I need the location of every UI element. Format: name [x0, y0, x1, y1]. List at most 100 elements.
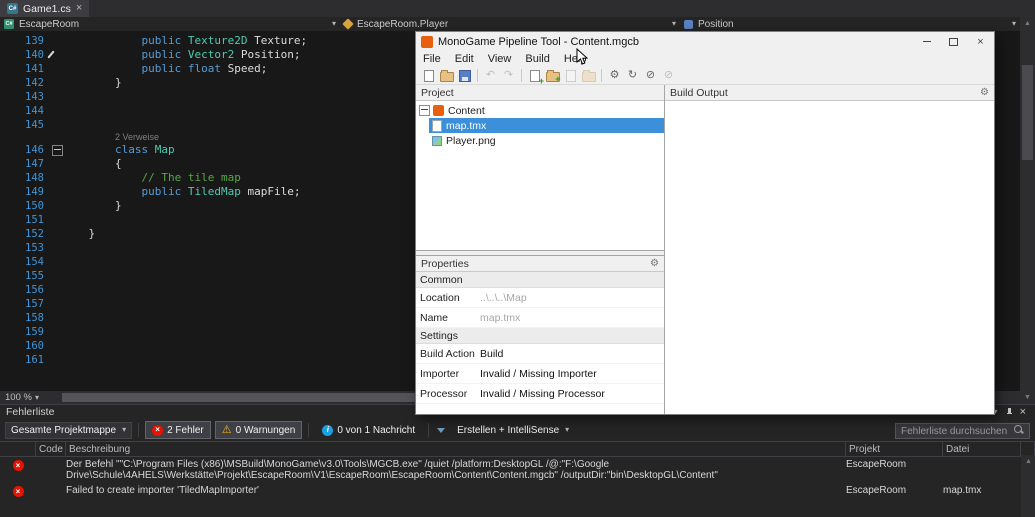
- glyph-margin: [44, 213, 62, 227]
- intellisense-filter-dropdown[interactable]: Erstellen + IntelliSense ▾: [451, 422, 575, 439]
- property-key: Build Action: [420, 347, 475, 360]
- code-text: public Vector2 Position;: [62, 48, 300, 62]
- code-token: }: [62, 199, 122, 212]
- save-icon[interactable]: [457, 68, 472, 83]
- toolbar-separator: [601, 69, 602, 82]
- warnings-filter-button[interactable]: ⚠ 0 Warnungen: [214, 421, 303, 439]
- error-project: EscapeRoom: [846, 485, 907, 496]
- tree-item-label: Player.png: [446, 134, 496, 147]
- gear-icon[interactable]: ⚙: [650, 258, 659, 269]
- line-number: 143: [25, 91, 44, 103]
- line-number: 152: [25, 228, 44, 240]
- scroll-up-icon[interactable]: ▲: [1020, 17, 1035, 30]
- pin-icon[interactable]: [1005, 407, 1013, 417]
- nav-dropdown-3[interactable]: Position ▾: [680, 17, 1020, 31]
- tab-game1cs[interactable]: C# Game1.cs ×: [0, 0, 90, 17]
- panel-title: Properties: [421, 257, 469, 270]
- window-titlebar[interactable]: MonoGame Pipeline Tool - Content.mgcb ×: [416, 32, 994, 51]
- code-text: public TiledMap mapFile;: [62, 185, 300, 199]
- scroll-down-icon[interactable]: ▼: [1020, 391, 1035, 404]
- code-token: public: [141, 34, 182, 47]
- close-icon[interactable]: ×: [76, 3, 82, 14]
- error-icon: ×: [12, 460, 24, 471]
- line-number: 150: [25, 200, 44, 212]
- scroll-up-icon[interactable]: ▲: [1021, 455, 1035, 468]
- messages-filter-button[interactable]: i 0 von 1 Nachricht: [315, 421, 422, 439]
- description-column-header[interactable]: Beschreibung: [66, 442, 846, 456]
- add-new-item-icon[interactable]: [527, 68, 542, 83]
- error-row[interactable]: × Der Befehl ""C:\Program Files (x86)\MSB…: [0, 457, 1035, 483]
- pipeline-tool-window: MonoGame Pipeline Tool - Content.mgcb × …: [415, 31, 995, 415]
- scrollbar-thumb[interactable]: [61, 393, 417, 402]
- code-token: }: [62, 76, 122, 89]
- add-new-folder-icon[interactable]: [545, 68, 561, 84]
- gear-icon[interactable]: ⚙: [980, 87, 989, 98]
- glyph-margin: [44, 157, 62, 171]
- close-icon[interactable]: ×: [1020, 406, 1026, 418]
- file-column-header[interactable]: Datei: [943, 442, 1021, 456]
- code-token: Texture;: [247, 34, 308, 47]
- nav-dropdown-1[interactable]: C# EscapeRoom ▾: [0, 17, 340, 31]
- code-column-header[interactable]: Code: [36, 442, 66, 456]
- toolbar-separator: [308, 423, 310, 437]
- error-list-toolbar: Gesamte Projektmappe ▾ × 2 Fehler ⚠ 0 Wa…: [0, 419, 1035, 441]
- file-icon: [432, 119, 442, 132]
- severity-column-header[interactable]: [0, 442, 36, 456]
- errors-filter-label: 2 Fehler: [167, 424, 204, 436]
- open-icon[interactable]: [439, 68, 454, 83]
- codelens-references[interactable]: 2 Verweise: [62, 132, 159, 143]
- property-value[interactable]: Invalid / Missing Importer: [480, 368, 664, 380]
- new-file-icon[interactable]: [421, 68, 436, 83]
- glyph-margin: [44, 241, 62, 255]
- glyph-margin: [44, 199, 62, 213]
- glyph-margin: [44, 325, 62, 339]
- error-table-scrollbar[interactable]: ▲: [1021, 455, 1035, 517]
- clean-icon[interactable]: ⊘: [643, 68, 658, 83]
- minimize-button[interactable]: [913, 32, 940, 51]
- menu-item-view[interactable]: View: [481, 51, 519, 67]
- close-button[interactable]: ×: [967, 32, 994, 51]
- field-icon: [684, 19, 693, 29]
- nav-dropdown-2[interactable]: EscapeRoom.Player ▾: [340, 17, 680, 31]
- scope-dropdown[interactable]: Gesamte Projektmappe ▾: [5, 421, 133, 439]
- zoom-dropdown[interactable]: 100 % ▾: [0, 391, 44, 404]
- nav-dropdown-label: Position: [698, 18, 734, 30]
- line-number: 155: [25, 270, 44, 282]
- fold-collapse-icon[interactable]: [52, 145, 63, 156]
- code-token: Vector2: [187, 48, 235, 61]
- scope-dropdown-label: Gesamte Projektmappe: [11, 424, 117, 436]
- error-list-panel: Fehlerliste ▾ × Gesamte Projektmappe ▾ ×…: [0, 404, 1035, 517]
- tree-item-map-tmx[interactable]: map.tmx: [416, 118, 664, 133]
- code-token: {: [62, 157, 122, 170]
- property-section-header: Settings: [416, 328, 664, 344]
- menu-item-edit[interactable]: Edit: [448, 51, 481, 67]
- collapse-icon[interactable]: [419, 105, 430, 116]
- vertical-scrollbar[interactable]: ▲ ▼: [1020, 17, 1035, 404]
- tree-item-player-png[interactable]: Player.png: [416, 133, 664, 148]
- error-row[interactable]: × Failed to create importer 'TiledMapImpo…: [0, 483, 1035, 499]
- rebuild-icon[interactable]: ↻: [625, 68, 640, 83]
- code-token: Texture2D: [187, 34, 248, 47]
- glyph-margin: [44, 118, 62, 132]
- error-description: Failed to create importer 'TiledMapImpor…: [66, 485, 259, 496]
- error-table-header: Code Beschreibung Projekt Datei: [0, 441, 1035, 457]
- navigation-bar: C# EscapeRoom ▾ EscapeRoom.Player ▾ Position ▾: [0, 17, 1020, 31]
- error-table-body: × Der Befehl ""C:\Program Files (x86)\MSB…: [0, 457, 1035, 499]
- menu-item-build[interactable]: Build: [518, 51, 556, 67]
- toolbar-separator: [138, 423, 140, 437]
- project-column-header[interactable]: Projekt: [846, 442, 943, 456]
- maximize-button[interactable]: [940, 32, 967, 51]
- errors-filter-button[interactable]: × 2 Fehler: [145, 421, 211, 439]
- property-value[interactable]: Invalid / Missing Processor: [480, 388, 664, 400]
- tree-item-content[interactable]: Content: [416, 103, 664, 118]
- toolbar-separator: [521, 69, 522, 82]
- menu-item-file[interactable]: File: [416, 51, 448, 67]
- build-icon[interactable]: ⚙: [607, 68, 622, 83]
- property-value[interactable]: Build: [480, 348, 664, 360]
- glyph-margin: [44, 48, 62, 62]
- scrollbar-thumb[interactable]: [1022, 65, 1033, 160]
- search-input[interactable]: [895, 423, 1030, 440]
